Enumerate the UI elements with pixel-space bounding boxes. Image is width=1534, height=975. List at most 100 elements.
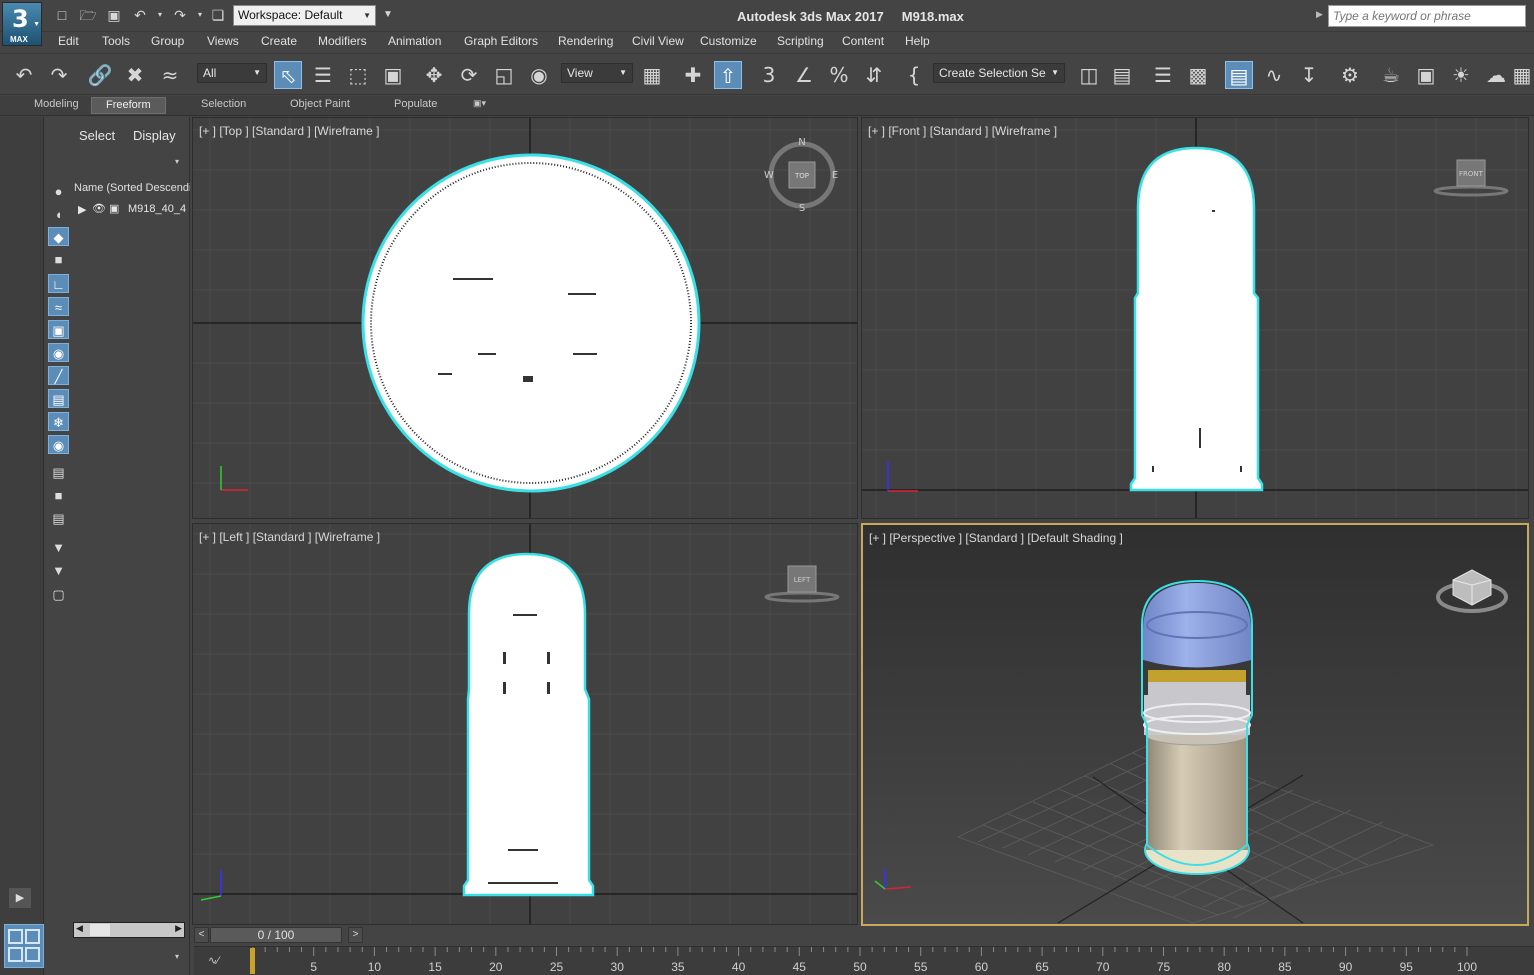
undo-dropdown-icon[interactable]: ▾ (151, 7, 169, 23)
tab-modeling[interactable]: Modeling (34, 98, 79, 110)
select-and-scale-icon[interactable]: ◱ (490, 61, 518, 89)
menu-tools[interactable]: Tools (102, 34, 130, 48)
manipulate-icon[interactable]: ✚ (679, 61, 707, 89)
select-and-link-icon[interactable]: 🔗 (86, 61, 114, 89)
reference-coordinate-dropdown[interactable]: View ▼ (561, 63, 633, 83)
display-shapes-icon[interactable]: ◖ (48, 205, 69, 224)
current-frame-marker[interactable] (250, 948, 255, 974)
menu-customize[interactable]: Customize (700, 34, 757, 48)
select-and-move-icon[interactable]: ✥ (420, 61, 448, 89)
pivot-point-center-icon[interactable]: ▦ (638, 61, 666, 89)
find-filter-icon[interactable]: ▼ (48, 538, 69, 557)
bind-to-space-warp-icon[interactable]: ≈ (156, 61, 184, 89)
display-all-icon[interactable]: ▤ (48, 463, 69, 482)
redo-dropdown-icon[interactable]: ▾ (191, 7, 209, 23)
layer-toggle-icon[interactable]: ▢ (48, 585, 69, 604)
align-icon[interactable]: ▤ (1108, 61, 1136, 89)
list-item[interactable]: ▶ 👁 ▣ M918_40_4 (71, 201, 190, 219)
scroll-thumb[interactable] (90, 924, 110, 936)
viewport-label-top[interactable]: [+ ] [Top ] [Standard ] [Wireframe ] (199, 124, 379, 138)
window-crossing-icon[interactable]: ▣ (379, 61, 407, 89)
render-production-icon[interactable]: ☀ (1447, 61, 1475, 89)
viewcube-left[interactable]: LEFT (764, 565, 840, 603)
menu-content[interactable]: Content (842, 34, 884, 48)
time-slider[interactable]: < 0 / 100 > (194, 927, 364, 944)
visibility-eye-icon[interactable]: 👁 (92, 202, 106, 215)
display-cameras-icon[interactable]: ■ (48, 250, 69, 269)
scene-explorer-icon[interactable]: ▤ (1225, 61, 1253, 89)
next-frame-icon[interactable]: > (348, 927, 363, 943)
display-none-icon[interactable]: ■ (48, 486, 69, 505)
menu-views[interactable]: Views (207, 34, 239, 48)
undo-icon[interactable]: ↶ (10, 61, 38, 89)
named-selection-dropdown[interactable]: Create Selection Se ▼ (933, 63, 1065, 83)
menu-help[interactable]: Help (905, 34, 930, 48)
rendered-frame-window-icon[interactable]: ▣ (1412, 61, 1440, 89)
menu-civil-view[interactable]: Civil View (632, 34, 684, 48)
app-logo-button[interactable]: 3 MAX ▼ (2, 2, 42, 46)
tab-populate[interactable]: Populate (394, 98, 437, 110)
curve-editor-icon[interactable]: ∿ (1260, 61, 1288, 89)
menu-modifiers[interactable]: Modifiers (318, 34, 367, 48)
redo-icon[interactable]: ↷ (45, 61, 73, 89)
chevron-down-icon[interactable]: ▾ (175, 157, 179, 166)
time-slider-track[interactable]: 0 / 100 (210, 927, 342, 943)
object-top-silhouette[interactable] (361, 153, 701, 493)
tab-object-paint[interactable]: Object Paint (290, 98, 350, 110)
project-folder-icon[interactable]: ❏ (209, 7, 227, 23)
display-bones-icon[interactable]: ╱ (48, 366, 69, 385)
toggle-ribbon-icon[interactable]: ▩ (1184, 61, 1212, 89)
select-object-icon[interactable]: ⬁ (274, 61, 302, 89)
select-and-rotate-icon[interactable]: ⟳ (455, 61, 483, 89)
percent-snap-icon[interactable]: % (825, 61, 853, 89)
display-containers-icon[interactable]: ▤ (48, 389, 69, 408)
previous-frame-icon[interactable]: < (194, 927, 209, 943)
select-by-name-icon[interactable]: ☰ (309, 61, 337, 89)
selection-filter-dropdown[interactable]: All ▼ (197, 63, 267, 83)
search-input[interactable] (1328, 5, 1526, 27)
keyboard-shortcut-override-icon[interactable]: ⇧ (714, 61, 742, 89)
workspace-dropdown[interactable]: Workspace: Default ▼ (233, 5, 376, 26)
tab-freeform[interactable]: Freeform (91, 97, 166, 114)
object-front-silhouette[interactable] (1129, 146, 1264, 492)
explorer-tab-display[interactable]: Display (133, 128, 176, 143)
edit-named-selection-icon[interactable]: { (900, 61, 928, 89)
mirror-icon[interactable]: ◫ (1075, 61, 1103, 89)
menu-graph-editors[interactable]: Graph Editors (464, 34, 538, 48)
menu-edit[interactable]: Edit (58, 34, 79, 48)
display-groups-icon[interactable]: ▣ (48, 320, 69, 339)
layer-explorer-icon[interactable]: ☰ (1149, 61, 1177, 89)
tab-selection[interactable]: Selection (201, 98, 246, 110)
viewport-label-perspective[interactable]: [+ ] [Perspective ] [Standard ] [Default… (869, 531, 1123, 545)
display-geometry-icon[interactable]: ● (48, 182, 69, 201)
spinner-snap-icon[interactable]: ⇵ (860, 61, 888, 89)
object-perspective-shaded[interactable] (1141, 579, 1253, 875)
unlink-selection-icon[interactable]: ✖ (121, 61, 149, 89)
undo-icon[interactable]: ↶ (131, 7, 149, 23)
schematic-view-icon[interactable]: ⚙ (1336, 61, 1364, 89)
render-setup-icon[interactable]: ☕ (1377, 61, 1405, 89)
snaps-toggle-icon[interactable]: 3 (755, 61, 783, 89)
menu-group[interactable]: Group (151, 34, 184, 48)
angle-snap-icon[interactable]: ∠ (790, 61, 818, 89)
menu-scripting[interactable]: Scripting (777, 34, 824, 48)
expand-panel-icon[interactable]: ▶ (9, 888, 31, 908)
viewcube-top[interactable]: TOP N E S W (764, 137, 838, 214)
open-folder-icon[interactable]: 🗁 (79, 7, 97, 23)
viewport-label-left[interactable]: [+ ] [Left ] [Standard ] [Wireframe ] (199, 530, 380, 544)
column-header-name[interactable]: Name (Sorted Descendi (71, 180, 190, 197)
viewcube-front[interactable]: FRONT (1433, 159, 1509, 197)
display-hidden-icon[interactable]: ◉ (48, 435, 69, 454)
horizontal-scrollbar[interactable]: ◀ ▶ (73, 922, 185, 938)
scroll-left-icon[interactable]: ◀ (76, 923, 83, 934)
scroll-right-icon[interactable]: ▶ (175, 923, 182, 934)
filter-icon[interactable]: ▼ (48, 561, 69, 580)
viewport-layout-button[interactable] (4, 924, 44, 968)
display-space-warps-icon[interactable]: ≈ (48, 297, 69, 316)
select-and-place-icon[interactable]: ◉ (525, 61, 553, 89)
menu-animation[interactable]: Animation (388, 34, 441, 48)
display-lights-icon[interactable]: ◆ (48, 227, 69, 246)
ribbon-options-icon[interactable]: ▣▾ (473, 98, 486, 109)
menu-rendering[interactable]: Rendering (558, 34, 613, 48)
redo-icon[interactable]: ↷ (171, 7, 189, 23)
